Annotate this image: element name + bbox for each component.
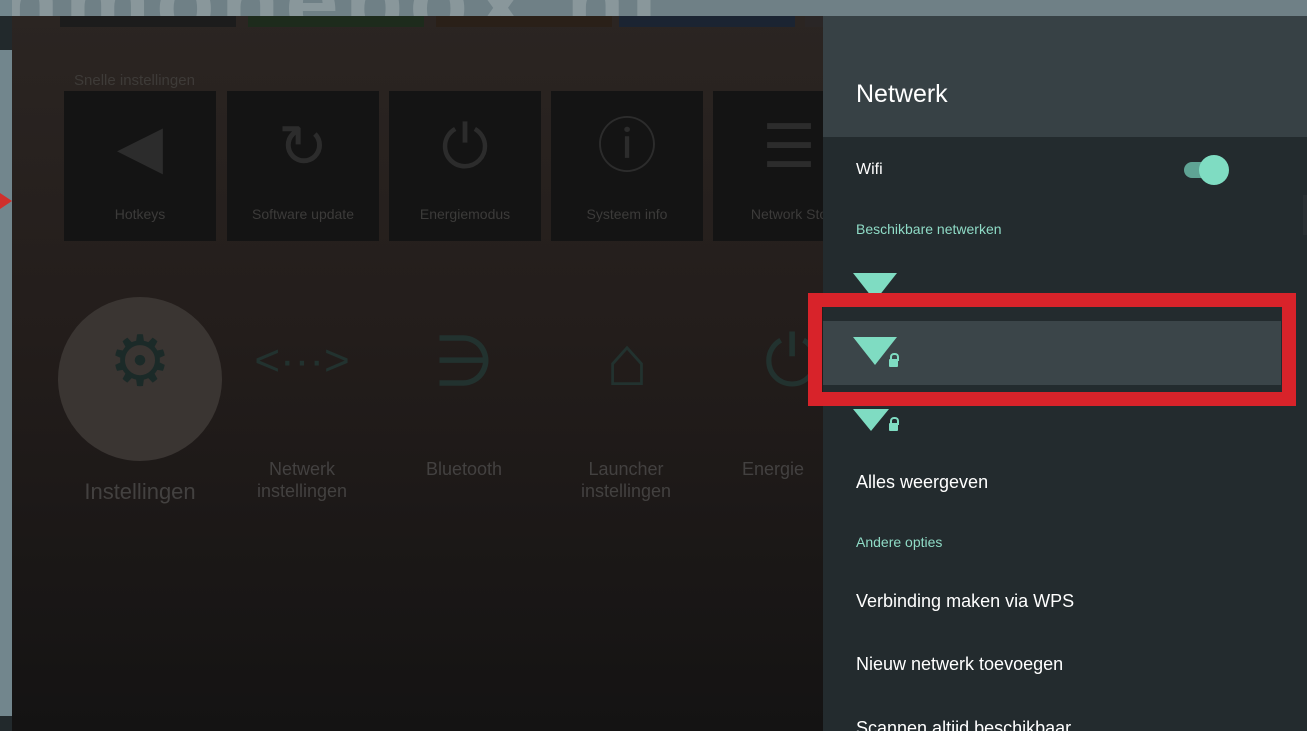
- other-options-label: Andere opties: [856, 534, 943, 550]
- right-edge-marker: [1303, 195, 1307, 235]
- energy-mode-icon: ⏻: [441, 113, 489, 180]
- wifi-label: Wifi: [856, 161, 883, 178]
- main-item-energy[interactable]: Energie: [742, 458, 823, 480]
- power-icon: ⏻: [764, 322, 820, 400]
- tile-label: Hotkeys: [114, 206, 166, 222]
- main-item-settings[interactable]: Instellingen: [58, 481, 222, 503]
- bluetooth-icon: ∋: [433, 322, 495, 400]
- left-edge-tab: [0, 16, 12, 50]
- home-gear-icon: ⌂: [605, 322, 649, 400]
- tile-label: Network Sto: [750, 206, 823, 222]
- available-networks-label: Beschikbare netwerken: [856, 221, 1002, 237]
- panel-title: Netwerk: [856, 80, 948, 108]
- wifi-row[interactable]: Wifi: [823, 159, 1307, 195]
- main-item-launcher[interactable]: Launcher instellingen: [551, 458, 701, 502]
- software-update-icon: ↻: [277, 113, 329, 180]
- tile-hotkeys[interactable]: ◀ Hotkeys: [64, 91, 216, 241]
- network-code-icon: <···>: [254, 336, 350, 385]
- highlight-box: [808, 293, 1296, 406]
- tile-energy-mode[interactable]: ⏻ Energiemodus: [389, 91, 541, 241]
- tv-background-screen: Snelle instellingen ◀ Hotkeys ↻ Software…: [12, 16, 823, 731]
- tile-software-update[interactable]: ↻ Software update: [227, 91, 379, 241]
- top-tiles-row: [60, 16, 823, 27]
- tile-label: Software update: [252, 206, 354, 222]
- panel-header: Netwerk: [823, 16, 1307, 137]
- wifi-signal-icon: [853, 409, 889, 431]
- network-storage-icon: ☰: [762, 113, 816, 180]
- add-network-label: Nieuw netwerk toevoegen: [856, 654, 1064, 674]
- tile-system-info[interactable]: ⓘ Systeem info: [551, 91, 703, 241]
- lock-icon: [889, 417, 899, 431]
- red-arrow-icon: [0, 193, 12, 209]
- show-all-label: Alles weergeven: [856, 472, 989, 492]
- scan-always-label: Scannen altijd beschikbaar: [856, 718, 1072, 731]
- hotkeys-icon: ◀: [116, 113, 164, 180]
- top-tile: [436, 16, 612, 27]
- top-tile: [60, 16, 236, 27]
- tile-network-storage[interactable]: ☰ Network Sto: [713, 91, 823, 241]
- left-edge-strip: [0, 0, 12, 731]
- left-edge-tab-bottom: [0, 716, 12, 731]
- info-icon: ⓘ: [597, 113, 657, 180]
- top-tile: [805, 16, 823, 27]
- tile-label: Systeem info: [586, 206, 668, 222]
- gear-icon: ⚙: [108, 322, 172, 400]
- main-item-network[interactable]: Netwerk instellingen: [227, 458, 377, 502]
- connect-wps-label: Verbinding maken via WPS: [856, 591, 1075, 611]
- quick-settings-title: Snelle instellingen: [74, 72, 195, 89]
- top-tile: [619, 16, 795, 27]
- network-item-3[interactable]: [823, 404, 1307, 440]
- wifi-toggle-knob: [1199, 155, 1229, 185]
- tile-label: Energiemodus: [419, 206, 511, 222]
- top-tile: [248, 16, 424, 27]
- main-item-bluetooth[interactable]: Bluetooth: [389, 458, 539, 480]
